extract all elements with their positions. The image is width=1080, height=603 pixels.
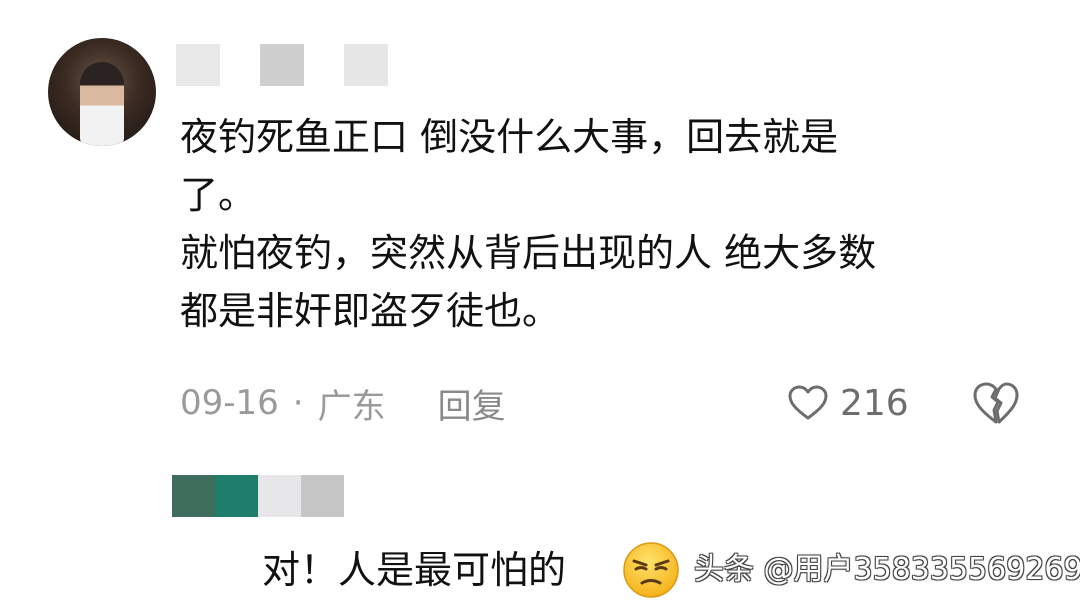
dislike-button[interactable] (972, 380, 1020, 426)
user-avatar[interactable] (48, 38, 156, 146)
reply-button[interactable]: 回复 (438, 379, 506, 428)
mosaic-block (215, 475, 258, 517)
like-button[interactable]: 216 (788, 378, 909, 428)
comment-date: 09-16 (180, 383, 279, 423)
comment-location: 广东 (317, 386, 386, 427)
censored-username (176, 44, 388, 86)
mosaic-block (344, 44, 388, 86)
squint-face-emoji-icon (623, 542, 679, 598)
reply-text: 对！人是最可怕的 (262, 548, 567, 592)
heart-outline-icon (788, 385, 828, 420)
comment-text: 夜钓死鱼正口 倒没什么大事，回去就是 了。 就怕夜钓，突然从背后出现的人 绝大多… (180, 115, 877, 333)
mosaic-block (258, 475, 301, 517)
comment-meta: 09-16 · 广东 回复 (180, 378, 506, 428)
mosaic-block (176, 44, 220, 86)
mosaic-block (172, 475, 215, 517)
censored-reply-username (172, 475, 344, 517)
meta-separator: · (292, 383, 304, 423)
avatar-photo (80, 62, 124, 146)
like-count: 216 (840, 382, 909, 424)
broken-heart-icon (973, 382, 1019, 424)
mosaic-block (301, 475, 344, 517)
watermark: 头条 @用户3583355692699 (694, 552, 1080, 587)
mosaic-block (260, 44, 304, 86)
